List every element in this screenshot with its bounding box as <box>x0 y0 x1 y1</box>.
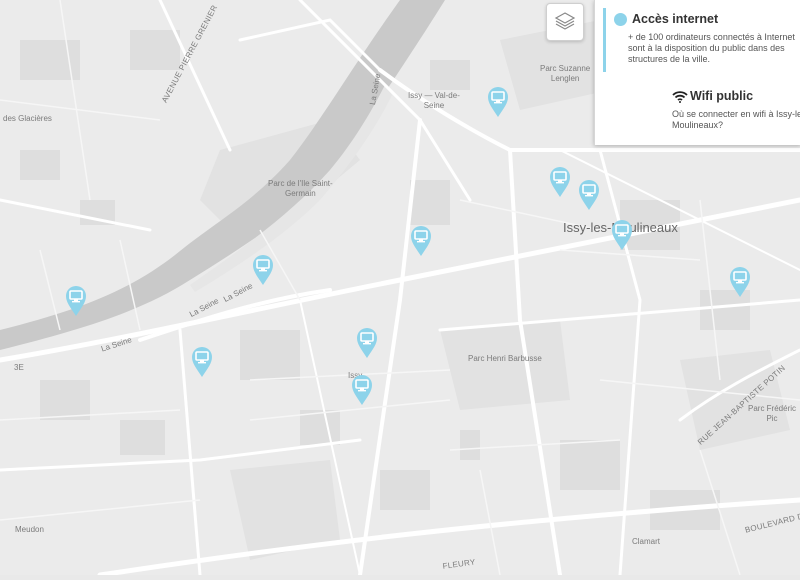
layers-button[interactable] <box>546 3 584 41</box>
computer-marker-icon[interactable] <box>578 179 600 211</box>
label-clamart: Clamart <box>632 537 661 546</box>
label-parc-frederic-pic: Parc Frédéric Pic <box>748 404 797 423</box>
layer-legend-panel: Accès internet + de 100 ordinateurs conn… <box>594 0 800 145</box>
layer-description-wifi: Où se connecter en wifi à Issy-les-Mouli… <box>672 109 800 130</box>
layer-title-internet: Accès internet <box>632 12 719 26</box>
label-glacieres: des Glacières <box>3 114 52 123</box>
computer-marker-icon[interactable] <box>356 327 378 359</box>
computer-marker-icon[interactable] <box>65 285 87 317</box>
layers-icon <box>554 9 576 36</box>
label-parc-henri-barbusse: Parc Henri Barbusse <box>468 354 542 363</box>
computer-marker-icon[interactable] <box>410 225 432 257</box>
computer-marker-icon[interactable] <box>729 266 751 298</box>
label-meudon: Meudon <box>15 525 44 534</box>
computer-marker-icon[interactable] <box>351 374 373 406</box>
layer-description-internet: + de 100 ordinateurs connectés à Interne… <box>628 32 795 64</box>
label-parc-suzanne-lenglen: Parc Suzanne Lenglen <box>540 64 591 83</box>
wifi-icon <box>672 90 688 108</box>
computer-marker-icon[interactable] <box>487 86 509 118</box>
layer-title-wifi: Wifi public <box>690 89 754 103</box>
computer-marker-icon[interactable] <box>611 219 633 251</box>
internet-dot-icon <box>614 13 627 26</box>
label-parc-ile-saint-germain: Parc de l'Ile Saint- Germain <box>268 179 333 198</box>
computer-marker-icon[interactable] <box>191 346 213 378</box>
layer-accent-bar <box>603 8 606 72</box>
layer-item-wifi[interactable]: Wifi public Où se connecter en wifi à Is… <box>668 87 800 142</box>
computer-marker-icon[interactable] <box>549 166 571 198</box>
label-issy-val-de-seine: Issy — Val-de- Seine <box>408 91 460 110</box>
label-3e: 3E <box>14 363 24 372</box>
layer-item-internet[interactable]: Accès internet + de 100 ordinateurs conn… <box>595 0 800 78</box>
computer-marker-icon[interactable] <box>252 254 274 286</box>
